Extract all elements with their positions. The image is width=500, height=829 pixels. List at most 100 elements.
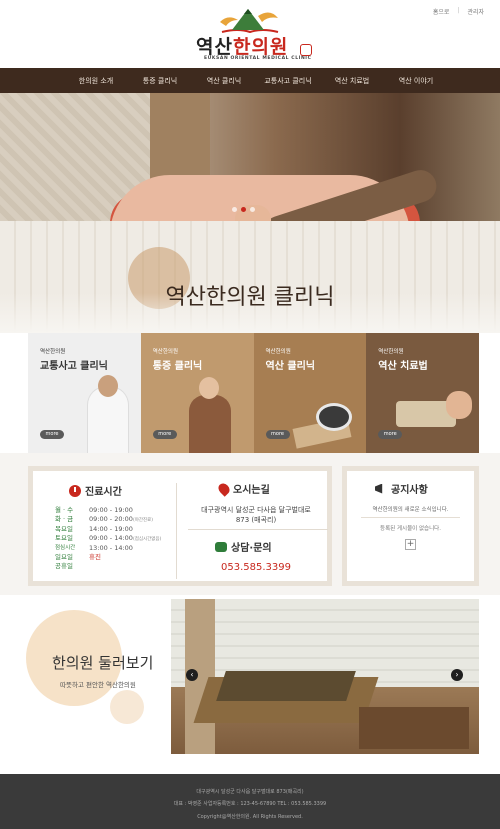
hours-heading: 진료시간 (69, 483, 122, 498)
hours-row: 화 · 금 09:00 - 20:00(야간진료) (55, 515, 161, 525)
home-link[interactable]: 홈으로 (433, 7, 450, 16)
nav-item-pain-clinic[interactable]: 통증 클리닉 (128, 76, 192, 86)
hours-day: 일요일 (55, 553, 73, 561)
clinic-cards: 역산한의원 교통사고 클리닉 more 역산한의원 통증 클리닉 more 역산… (28, 333, 479, 453)
card-title: 역산 치료법 (378, 361, 428, 372)
card-title: 교통사고 클리닉 (40, 361, 108, 372)
panel-divider (176, 483, 177, 579)
tour-title: 한의원 둘러보기 (52, 654, 154, 672)
hours-row: 토요일 09:00 - 14:00(점심시간없음) (55, 534, 161, 544)
util-separator: | (457, 7, 460, 14)
hours-day: 화 · 금 (55, 515, 74, 523)
hours-day: 토요일 (55, 534, 73, 542)
phone-icon (215, 541, 227, 552)
footer-address: 대구광역시 달성군 다사읍 달구벌대로 873(매곡리) (196, 789, 304, 795)
seal-icon (300, 44, 312, 56)
wooden-table (359, 707, 469, 749)
clock-icon (69, 484, 81, 497)
phone-number[interactable]: 053.585.3399 (181, 562, 331, 573)
hours-time-value: 14:00 - 19:00 (89, 525, 133, 533)
slider-dot-1[interactable] (232, 207, 237, 212)
site-header: 홈으로 | 관리자 역산한의원 EUKSAN ORIENTAL MEDICAL … (0, 0, 500, 68)
slider-dot-2[interactable] (241, 207, 246, 212)
nav-item-intro[interactable]: 한의원 소개 (64, 76, 128, 86)
hours-time: 14:00 - 19:00 (89, 525, 133, 534)
card-title: 역산 클리닉 (265, 361, 315, 372)
clinic-section-banner: 역산한의원 클리닉 (0, 221, 500, 333)
more-button[interactable]: more (152, 430, 177, 439)
hours-row: 목요일 14:00 - 19:00 (55, 525, 161, 534)
hours-day: 목요일 (55, 525, 73, 533)
hours-time: 09:00 - 20:00(야간진료) (89, 515, 153, 525)
nav-item-story[interactable]: 역산 이야기 (384, 76, 448, 86)
map-pin-icon (216, 480, 232, 497)
chevron-left-icon[interactable]: ‹ (186, 669, 198, 681)
hours-time-value: 09:00 - 14:00 (89, 534, 133, 542)
card-title: 통증 클리닉 (152, 361, 203, 372)
location-heading: 오시는길 (216, 480, 270, 497)
panel-divider-horizontal (188, 529, 328, 530)
hours-location-panel: 진료시간 월 · 수 09:00 - 19:00 화 · 금 09:00 - 20:… (28, 466, 332, 586)
address-line-1: 대구광역시 달성군 다사읍 달구벌대로 (201, 506, 311, 514)
clinic-card-euksan[interactable]: 역산한의원 역산 클리닉 more (253, 333, 367, 453)
hours-day: 공휴일 (55, 562, 73, 570)
address-text: 대구광역시 달성군 다사읍 달구벌대로 873 (매곡리) (181, 505, 331, 525)
logo-text-red: 한의원 (232, 36, 289, 58)
more-button[interactable]: more (265, 430, 290, 439)
treatment-mat (216, 671, 356, 701)
card-subtitle: 역산한의원 (152, 349, 179, 355)
decorative-circle-small (110, 690, 144, 724)
hours-time: 09:00 - 14:00(점심시간없음) (89, 534, 161, 544)
notice-subtitle: 역산한의원의 새로운 소식입니다. (372, 507, 449, 513)
patient-head (98, 375, 118, 397)
hours-time: 13:00 - 14:00 (89, 544, 133, 553)
site-logo[interactable]: 역산한의원 EUKSAN ORIENTAL MEDICAL CLINIC (190, 6, 314, 64)
clinic-card-accident[interactable]: 역산한의원 교통사고 클리닉 more (28, 333, 141, 453)
notice-heading: 공지사항 (375, 481, 428, 496)
hours-day: 월 · 수 (55, 506, 74, 514)
hero-slider (0, 93, 500, 221)
more-button[interactable]: more (378, 430, 403, 439)
logo-text-black: 역산 (196, 36, 233, 58)
slider-pagination (232, 207, 255, 212)
hours-row: 공휴일 (55, 562, 161, 571)
notice-divider (361, 517, 460, 518)
hand-figure (446, 391, 473, 419)
nav-item-accident-clinic[interactable]: 교통사고 클리닉 (256, 76, 320, 86)
admin-link[interactable]: 관리자 (467, 7, 484, 16)
notice-empty-message: 등록된 게시물이 없습니다. (380, 526, 441, 532)
contact-title: 상담·문의 (231, 543, 272, 554)
elder-head (198, 377, 219, 399)
mountain-logo-icon (220, 9, 279, 34)
plus-icon[interactable]: + (405, 539, 416, 550)
notice-panel: 공지사항 역산한의원의 새로운 소식입니다. 등록된 게시물이 없습니다. + (342, 466, 479, 586)
main-nav: 한의원 소개 통증 클리닉 역산 클리닉 교통사고 클리닉 역산 치료법 역산 … (0, 68, 500, 93)
notice-title[interactable]: 공지사항 (391, 481, 428, 496)
herb-pot (315, 403, 352, 431)
hours-day: 점심시간 (55, 545, 76, 551)
clinic-card-treatment[interactable]: 역산한의원 역산 치료법 more (366, 333, 479, 453)
hours-time-value: 13:00 - 14:00 (89, 544, 133, 552)
hours-row: 일요일 휴진 (55, 553, 161, 562)
logo-english-text: EUKSAN ORIENTAL MEDICAL CLINIC (204, 56, 312, 61)
hours-row: 점심시간 13:00 - 14:00 (55, 544, 161, 553)
nav-item-euksan-clinic[interactable]: 역산 클리닉 (192, 76, 256, 86)
card-subtitle: 역산한의원 (40, 349, 66, 355)
card-subtitle: 역산한의원 (265, 349, 291, 355)
hours-time-value: 09:00 - 20:00 (89, 515, 133, 523)
site-footer: 대구광역시 달성군 다사읍 달구벌대로 873(매곡리) 대표 : 박영준 사업… (0, 774, 500, 829)
hours-time-value: 09:00 - 19:00 (89, 506, 133, 514)
hours-table: 월 · 수 09:00 - 19:00 화 · 금 09:00 - 20:00(야간… (55, 506, 161, 571)
nav-item-treatment[interactable]: 역산 치료법 (320, 76, 384, 86)
hours-time: 09:00 - 19:00 (89, 506, 133, 515)
hours-row: 월 · 수 09:00 - 19:00 (55, 506, 161, 515)
clinic-card-pain[interactable]: 역산한의원 통증 클리닉 more (140, 333, 254, 453)
slider-dot-3[interactable] (250, 207, 255, 212)
more-button[interactable]: more (40, 430, 64, 439)
elder-figure (188, 395, 231, 453)
location-title[interactable]: 오시는길 (233, 481, 270, 496)
address-line-2: 873 (매곡리) (235, 516, 277, 524)
chevron-right-icon[interactable]: › (451, 669, 463, 681)
hours-title: 진료시간 (85, 487, 122, 498)
hours-note: (야간진료) (132, 518, 154, 523)
